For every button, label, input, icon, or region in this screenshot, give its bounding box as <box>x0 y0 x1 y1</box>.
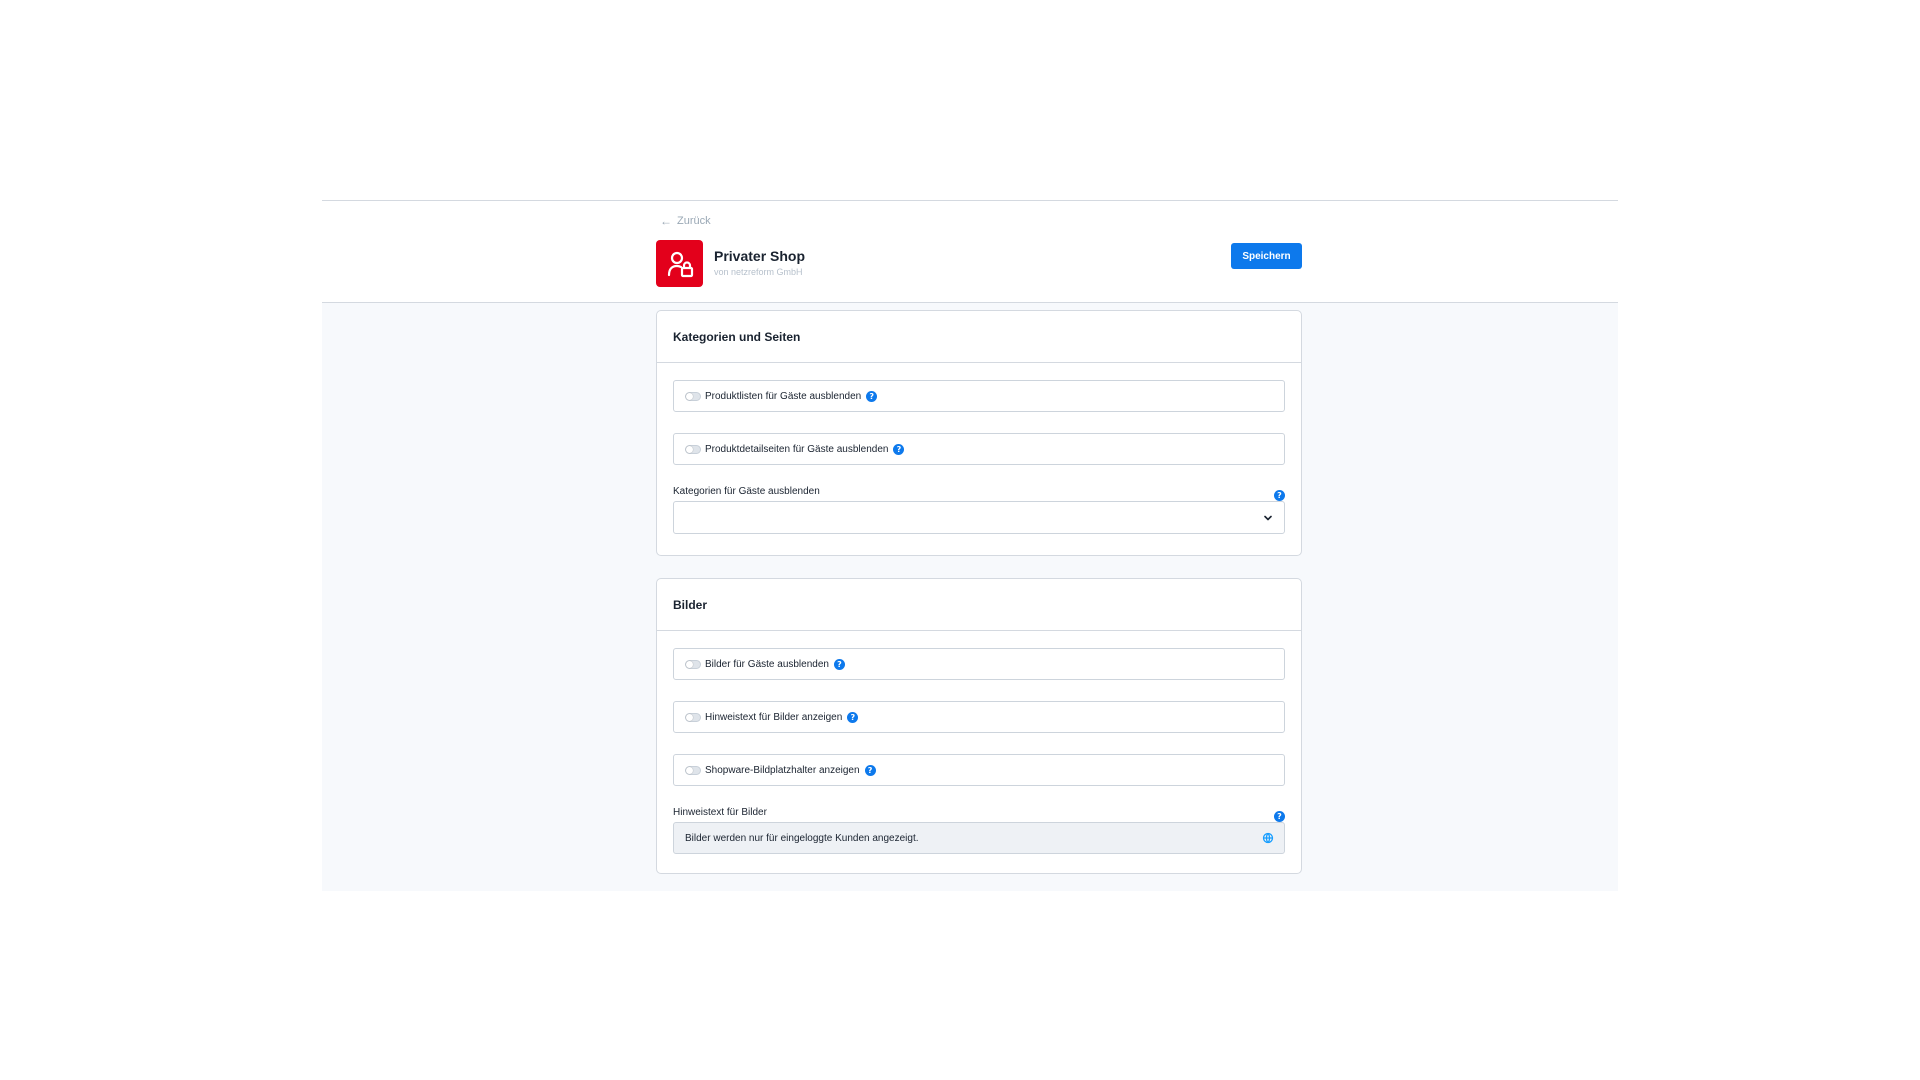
select-label: Kategorien für Gäste ausblenden <box>673 486 820 497</box>
card-categories: Kategorien und Seiten Produktlisten für … <box>656 310 1302 556</box>
app-vendor: von netzreform GmbH <box>714 267 803 277</box>
arrow-left-icon: ← <box>660 214 672 228</box>
card-title: Bilder <box>657 579 1301 631</box>
info-icon[interactable]: ? <box>864 764 876 776</box>
image-hint-text-field[interactable]: Bilder werden nur für eingeloggte Kunden… <box>673 822 1285 854</box>
app-icon <box>656 240 703 287</box>
info-icon[interactable]: ? <box>833 658 845 670</box>
toggle-switch[interactable] <box>685 391 701 401</box>
content-area: Kategorien und Seiten Produktlisten für … <box>322 303 1618 891</box>
toggle-row-hide-product-detail: Produktdetailseiten für Gäste ausblenden… <box>673 433 1285 465</box>
back-link[interactable]: ← Zurück <box>660 214 711 228</box>
toggle-switch[interactable] <box>685 765 701 775</box>
back-label: Zurück <box>677 215 711 227</box>
card-images: Bilder Bilder für Gäste ausblenden ? Hin… <box>656 578 1302 874</box>
app-title: Privater Shop <box>714 248 806 264</box>
toggle-row-show-placeholder: Shopware-Bildplatzhalter anzeigen ? <box>673 754 1285 786</box>
info-icon[interactable]: ? <box>866 390 878 402</box>
user-lock-icon <box>667 251 693 277</box>
toggle-row-hide-images: Bilder für Gäste ausblenden ? <box>673 648 1285 680</box>
info-icon[interactable]: ? <box>1274 490 1285 501</box>
app-frame: ← Zurück Privater Shop von netzreform Gm… <box>322 200 1618 891</box>
card-title: Kategorien und Seiten <box>657 311 1301 363</box>
toggle-row-show-image-hint: Hinweistext für Bilder anzeigen ? <box>673 701 1285 733</box>
toggle-switch[interactable] <box>685 659 701 669</box>
toggle-switch[interactable] <box>685 444 701 454</box>
page-header: ← Zurück Privater Shop von netzreform Gm… <box>322 201 1618 303</box>
toggle-label: Bilder für Gäste ausblenden <box>705 658 829 670</box>
info-icon[interactable]: ? <box>847 711 859 723</box>
info-icon[interactable]: ? <box>1274 811 1285 822</box>
toggle-label: Shopware-Bildplatzhalter anzeigen <box>705 764 860 776</box>
chevron-down-icon <box>1262 511 1274 529</box>
toggle-label: Produktlisten für Gäste ausblenden <box>705 390 862 402</box>
text-field-value: Bilder werden nur für eingeloggte Kunden… <box>685 832 919 844</box>
save-button[interactable]: Speichern <box>1231 243 1302 269</box>
globe-icon[interactable] <box>1262 832 1274 847</box>
toggle-row-hide-product-lists: Produktlisten für Gäste ausblenden ? <box>673 380 1285 412</box>
info-icon[interactable]: ? <box>893 443 905 455</box>
toggle-label: Produktdetailseiten für Gäste ausblenden <box>705 443 889 455</box>
toggle-label: Hinweistext für Bilder anzeigen <box>705 711 843 723</box>
toggle-switch[interactable] <box>685 712 701 722</box>
categories-select[interactable] <box>673 501 1285 534</box>
text-field-label: Hinweistext für Bilder <box>673 807 767 818</box>
